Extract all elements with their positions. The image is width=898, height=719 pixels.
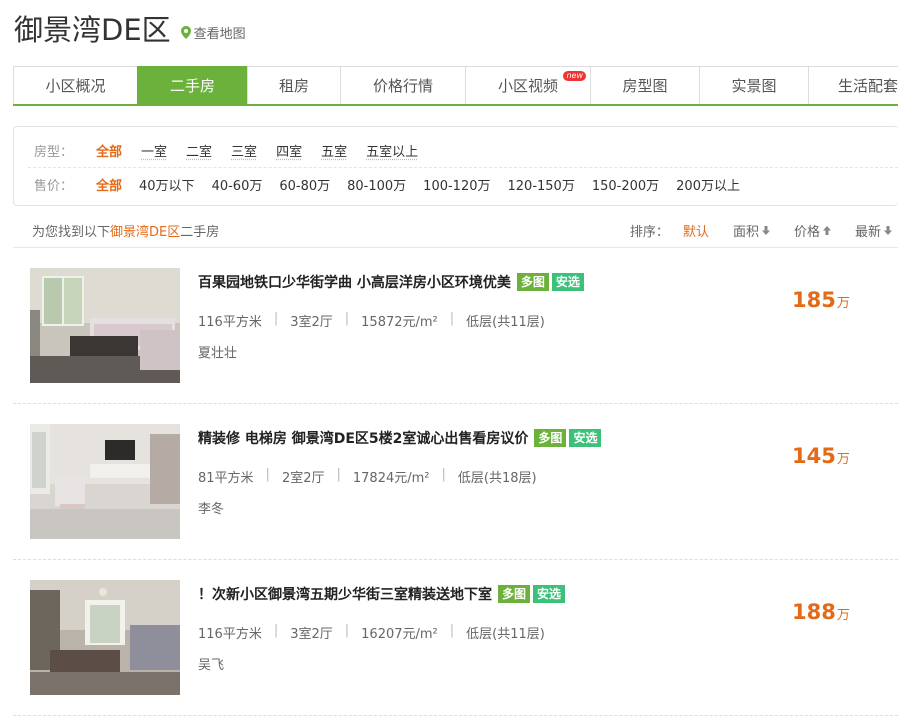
results-bar: 为您找到以下御景湾DE区二手房 排序： 默认 面积 价格 最新 — [13, 210, 898, 248]
listing-layout: 3室2厅 — [290, 627, 333, 642]
listing-unit-price: 16207元/m² — [361, 627, 438, 642]
listing-price: 185万 — [792, 288, 850, 312]
listing-photo[interactable] — [30, 268, 180, 383]
tab-overview[interactable]: 小区概况 — [13, 66, 137, 104]
listing-agent[interactable]: 夏壮壮 — [198, 342, 237, 361]
tab-rent[interactable]: 租房 — [247, 66, 340, 104]
arrow-down-icon — [761, 226, 770, 235]
tab-video[interactable]: 小区视频 new — [465, 66, 590, 104]
listing-unit-price: 15872元/m² — [361, 315, 438, 330]
listing-details: 81平方米 | 2室2厅 | 17824元/m² | 低层(共18层) — [198, 467, 537, 486]
listing-area: 81平方米 — [198, 471, 254, 486]
verified-tag: 安选 — [551, 273, 584, 291]
room-option-3[interactable]: 三室 — [231, 141, 257, 160]
verified-tag: 安选 — [569, 429, 602, 447]
price-filter-row: 售价： 全部 40万以下 40-60万 60-80万 80-100万 100-1… — [34, 175, 740, 194]
sort-default[interactable]: 默认 — [683, 221, 709, 240]
new-badge: new — [563, 71, 586, 81]
tab-floor-plans[interactable]: 房型图 — [590, 66, 699, 104]
map-pin-icon — [180, 25, 191, 39]
listing-layout: 2室2厅 — [281, 471, 325, 486]
filter-divider — [28, 167, 898, 168]
community-link[interactable]: 御景湾DE区 — [110, 225, 180, 240]
results-summary: 为您找到以下御景湾DE区二手房 — [32, 225, 220, 240]
listing-title[interactable]: ！次新小区御景湾五期少华街三室精装送地下室 多图 安选 — [198, 584, 566, 604]
price-option-over200[interactable]: 200万以上 — [676, 175, 740, 194]
listing-layout: 3室2厅 — [290, 315, 333, 330]
listing-floor: 低层(共18层) — [457, 471, 537, 486]
multi-photo-tag: 多图 — [516, 273, 549, 291]
price-option-80-100[interactable]: 80-100万 — [347, 175, 406, 194]
view-map-link[interactable]: 查看地图 — [180, 23, 246, 42]
room-option-5plus[interactable]: 五室以上 — [366, 141, 418, 160]
page-title: 御景湾DE区 — [14, 13, 171, 47]
tab-second-hand[interactable]: 二手房 — [137, 66, 247, 104]
price-filter-label: 售价： — [34, 179, 74, 194]
filter-panel: 房型： 全部 一室 二室 三室 四室 五室 五室以上 售价： 全部 40万以下 … — [13, 126, 898, 206]
room-option-1[interactable]: 一室 — [141, 141, 167, 160]
tab-amenities[interactable]: 生活配套 — [808, 66, 898, 104]
listing-area: 116平方米 — [198, 627, 262, 642]
view-map-label: 查看地图 — [193, 26, 246, 42]
room-filter-row: 房型： 全部 一室 二室 三室 四室 五室 五室以上 — [34, 141, 437, 160]
listing-item: ！次新小区御景湾五期少华街三室精装送地下室 多图 安选 116平方米 | 3室2厅… — [13, 560, 898, 716]
listing-floor: 低层(共11层) — [466, 627, 545, 642]
multi-photo-tag: 多图 — [498, 585, 531, 603]
listing-area: 116平方米 — [198, 315, 262, 330]
price-option-all[interactable]: 全部 — [96, 175, 122, 194]
listing-photo[interactable] — [30, 424, 180, 539]
verified-tag: 安选 — [533, 585, 566, 603]
tab-price-trend[interactable]: 价格行情 — [340, 66, 465, 104]
room-option-all[interactable]: 全部 — [96, 141, 122, 160]
page-header: 御景湾DE区 查看地图 — [14, 6, 246, 50]
listing-item: 百果园地铁口少华街学曲 小高层洋房小区环境优美 多图 安选 116平方米 | 3室… — [13, 248, 898, 404]
price-option-100-120[interactable]: 100-120万 — [423, 175, 490, 194]
listing-title[interactable]: 精装修 电梯房 御景湾DE区5楼2室诚心出售看房议价 多图 安选 — [198, 428, 602, 448]
arrow-down-icon — [884, 226, 892, 235]
room-option-5[interactable]: 五室 — [321, 141, 347, 160]
price-option-120-150[interactable]: 120-150万 — [508, 175, 575, 194]
listing-agent[interactable]: 吴飞 — [198, 654, 224, 673]
price-option-150-200[interactable]: 150-200万 — [592, 175, 659, 194]
listing-photo[interactable] — [30, 580, 180, 695]
room-option-4[interactable]: 四室 — [276, 141, 302, 160]
community-tabs: 小区概况 二手房 租房 价格行情 小区视频 new 房型图 实景图 生活配套 — [13, 66, 898, 106]
room-filter-label: 房型： — [34, 145, 74, 160]
sort-newest[interactable]: 最新 — [855, 221, 892, 240]
listing-price: 145万 — [792, 444, 850, 468]
price-option-40-60[interactable]: 40-60万 — [212, 175, 263, 194]
listing-item: 精装修 电梯房 御景湾DE区5楼2室诚心出售看房议价 多图 安选 81平方米 | … — [13, 404, 898, 560]
room-option-2[interactable]: 二室 — [186, 141, 212, 160]
multi-photo-tag: 多图 — [534, 429, 567, 447]
listing-unit-price: 17824元/m² — [352, 471, 430, 486]
listing-floor: 低层(共11层) — [466, 315, 545, 330]
listing-price: 188万 — [792, 600, 850, 624]
arrow-up-icon — [822, 226, 831, 235]
sort-price[interactable]: 价格 — [794, 221, 831, 240]
sort-label: 排序： — [629, 225, 669, 240]
sort-area[interactable]: 面积 — [733, 221, 770, 240]
listing-details: 116平方米 | 3室2厅 | 15872元/m² | 低层(共11层) — [198, 311, 545, 330]
listing-title[interactable]: 百果园地铁口少华街学曲 小高层洋房小区环境优美 多图 安选 — [198, 272, 584, 292]
sort-bar: 排序： 默认 面积 价格 最新 — [630, 221, 892, 240]
listing-details: 116平方米 | 3室2厅 | 16207元/m² | 低层(共11层) — [198, 623, 545, 642]
price-option-60-80[interactable]: 60-80万 — [279, 175, 330, 194]
listing-agent[interactable]: 李冬 — [198, 498, 224, 517]
tab-real-photos[interactable]: 实景图 — [699, 66, 808, 104]
price-option-under40[interactable]: 40万以下 — [139, 175, 195, 194]
